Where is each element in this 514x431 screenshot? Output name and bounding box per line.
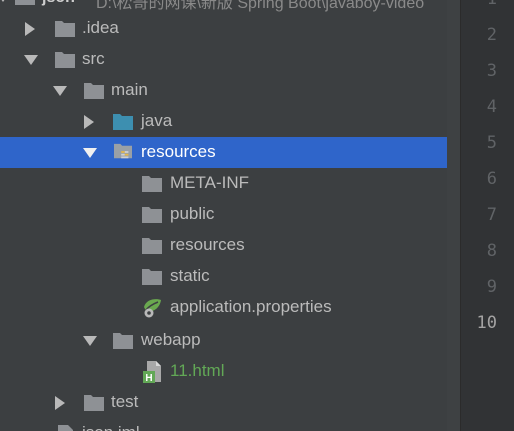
tree-row-public[interactable]: public	[0, 199, 460, 230]
tree-label-idea: .idea	[82, 18, 119, 37]
tree-row-src[interactable]: src	[0, 44, 460, 75]
expand-arrow-icon[interactable]	[24, 55, 38, 65]
line-number: 3	[486, 61, 497, 81]
line-number: 4	[486, 97, 497, 117]
project-tree: json D:\松哥的网课\新版 Spring Boot\javaboy-vid…	[0, 0, 460, 431]
line-number: 8	[486, 241, 497, 261]
tree-row-static[interactable]: static	[0, 261, 460, 292]
tree-row-html-file[interactable]: H 11.html	[0, 356, 460, 387]
line-number-gutter: 1 2 3 4 5 6 7 8 9 10	[460, 0, 514, 431]
resources-folder-icon	[114, 143, 132, 159]
tree-row-resources[interactable]: resources	[0, 230, 460, 261]
collapsed-arrow-icon[interactable]	[25, 22, 35, 36]
folder-icon	[15, 0, 35, 5]
top-partial-path: D:\松哥的网课\新版 Spring Boot\javaboy-video	[96, 0, 425, 12]
tree-row-idea[interactable]: .idea	[0, 13, 460, 44]
folder-icon	[84, 395, 104, 411]
source-folder-icon	[113, 114, 133, 130]
tree-row-webapp[interactable]: webapp	[0, 325, 460, 356]
line-number: 7	[486, 205, 497, 225]
tree-row-meta-inf[interactable]: META-INF	[0, 168, 460, 199]
top-partial-name: json	[42, 0, 75, 7]
tree-row-test[interactable]: test	[0, 387, 460, 418]
line-number-current: 10	[476, 313, 497, 333]
folder-icon	[142, 207, 162, 223]
ide-window: json D:\松哥的网课\新版 Spring Boot\javaboy-vid…	[0, 0, 514, 431]
tree-label-src: src	[82, 49, 105, 68]
line-number: 1	[457, 0, 497, 9]
collapsed-arrow-icon[interactable]	[55, 396, 65, 410]
folder-icon	[142, 238, 162, 254]
tree-label-meta-inf: META-INF	[170, 173, 250, 192]
line-number: 2	[486, 25, 497, 45]
folder-icon	[142, 176, 162, 192]
svg-text:H: H	[145, 373, 152, 384]
tree-row-bottom-partial[interactable]: json.iml	[0, 418, 460, 431]
tree-label-application-properties: application.properties	[170, 297, 332, 316]
tree-row-main[interactable]: main	[0, 75, 460, 106]
line-number: 6	[486, 169, 497, 189]
tree-label-webapp: webapp	[141, 330, 201, 349]
top-partial-row[interactable]: json D:\松哥的网课\新版 Spring Boot\javaboy-vid…	[0, 0, 460, 12]
collapsed-arrow-icon[interactable]	[84, 115, 94, 129]
file-icon	[58, 425, 73, 431]
html-file-icon: H	[143, 361, 161, 384]
tree-label-public: public	[170, 204, 215, 223]
folder-icon	[113, 333, 133, 349]
tree-row-java[interactable]: java	[0, 106, 460, 137]
tree-label-static: static	[170, 266, 210, 285]
line-number: 5	[486, 133, 497, 153]
folder-icon	[55, 52, 75, 68]
tree-row-application-properties[interactable]: application.properties	[0, 292, 460, 323]
tree-label-resources: resources	[170, 235, 245, 254]
tree-label-html-file: 11.html	[170, 361, 225, 380]
expand-arrow-icon[interactable]	[53, 86, 67, 96]
tree-label-bottom-partial: json.iml	[82, 423, 140, 431]
expand-arrow-icon[interactable]	[83, 336, 97, 346]
folder-icon	[142, 269, 162, 285]
tree-label-test: test	[111, 392, 139, 411]
expand-arrow-icon[interactable]	[0, 0, 10, 2]
tree-row-resources-selected[interactable]: resources	[0, 137, 460, 168]
line-number: 9	[486, 277, 497, 297]
tree-label-java: java	[141, 111, 173, 130]
expand-arrow-icon[interactable]	[83, 148, 97, 158]
tree-label-main: main	[111, 80, 148, 99]
folder-icon	[55, 21, 75, 37]
spring-properties-file-icon	[144, 299, 161, 318]
tree-label-resources-root: resources	[141, 142, 216, 161]
folder-icon	[84, 83, 104, 99]
